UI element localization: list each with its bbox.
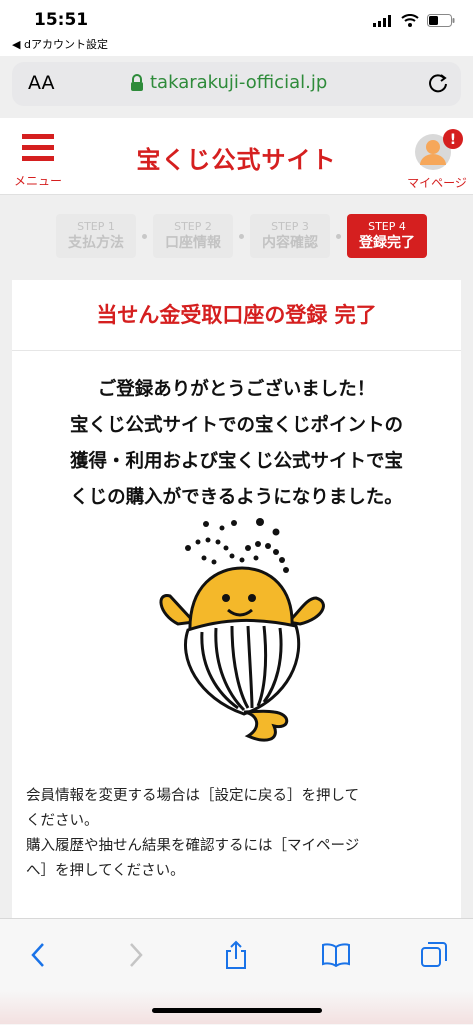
- signal-icon: [373, 14, 391, 27]
- page-title: 当せん金受取口座の登録 完了: [12, 280, 461, 351]
- tabs-icon: [421, 942, 447, 967]
- step-2-label: 口座情報: [165, 235, 221, 251]
- wifi-icon: [401, 14, 419, 27]
- reload-icon[interactable]: [427, 72, 449, 94]
- mypage-label: マイページ: [407, 176, 467, 190]
- address-bar[interactable]: AA takarakuji-official.jp: [12, 62, 461, 106]
- step-4-num: STEP 4: [368, 220, 406, 233]
- forward-button[interactable]: [116, 935, 156, 975]
- bookmarks-button[interactable]: [316, 935, 356, 975]
- bottom-glow: [0, 990, 473, 1024]
- thanks-message: ご登録ありがとうございました！ 宝くじ公式サイトでの宝くじポイントの 獲得・利用…: [26, 372, 447, 516]
- info-line: 会員情報を変更する場合は［設定に戻る］を押して: [26, 788, 360, 804]
- step-1-label: 支払方法: [68, 235, 124, 251]
- book-icon: [322, 943, 350, 967]
- share-button[interactable]: [216, 935, 256, 975]
- step-2-num: STEP 2: [174, 220, 212, 233]
- site-header: メニュー 宝くじ公式サイト ! マイページ: [0, 118, 473, 195]
- info-line: ください。: [26, 813, 99, 829]
- back-to-app-link[interactable]: ◀ dアカウント設定: [12, 36, 108, 52]
- step-1-num: STEP 1: [77, 220, 115, 233]
- step-3: STEP 3 内容確認: [250, 214, 330, 258]
- back-button[interactable]: [18, 935, 58, 975]
- thanks-line: 獲得・利用および宝くじ公式サイトで宝: [69, 451, 403, 472]
- site-logo[interactable]: 宝くじ公式サイト: [0, 140, 473, 175]
- notification-badge: !: [450, 132, 456, 148]
- completion-card: 当せん金受取口座の登録 完了 ご登録ありがとうございました！ 宝くじ公式サイトで…: [12, 280, 461, 920]
- thanks-line: くじの購入ができるようになりました。: [70, 487, 403, 508]
- chevron-left-icon: [31, 943, 44, 967]
- tabs-button[interactable]: [414, 935, 454, 975]
- info-text: 会員情報を変更する場合は［設定に戻る］を押して ください。 購入履歴や抽せん結果…: [26, 784, 447, 884]
- step-1: STEP 1 支払方法: [56, 214, 136, 258]
- step-separator: [142, 233, 147, 239]
- chevron-right-icon: [130, 943, 143, 967]
- step-3-label: 内容確認: [262, 235, 318, 251]
- status-bar: 15:51 ◀ dアカウント設定: [0, 0, 473, 56]
- battery-icon: [427, 14, 455, 27]
- step-4: STEP 4 登録完了: [347, 214, 427, 258]
- thanks-line: 宝くじ公式サイトでの宝くじポイントの: [69, 415, 403, 436]
- system-icons: [373, 14, 455, 27]
- info-line: へ］を押してください。: [26, 863, 185, 879]
- step-indicator: STEP 1 支払方法 STEP 2 口座情報 STEP 3 内容確認 STEP 4 登…: [56, 214, 427, 258]
- mypage-button[interactable]: ! マイページ: [407, 128, 467, 190]
- share-icon: [226, 940, 246, 969]
- step-separator: [239, 233, 244, 239]
- home-indicator[interactable]: [152, 1008, 322, 1013]
- reader-options-button[interactable]: AA: [28, 72, 55, 94]
- url-text[interactable]: takarakuji-official.jp: [150, 72, 327, 93]
- status-time: 15:51: [34, 10, 89, 30]
- step-3-num: STEP 3: [271, 220, 309, 233]
- step-2: STEP 2 口座情報: [153, 214, 233, 258]
- step-4-label: 登録完了: [359, 235, 415, 251]
- avatar-icon: !: [415, 129, 463, 170]
- thanks-line: ご登録ありがとうございました！: [97, 379, 376, 400]
- info-line: 購入履歴や抽せん結果を確認するには［マイページ: [26, 838, 360, 854]
- step-separator: [336, 233, 341, 239]
- lock-icon: [131, 74, 143, 91]
- whale-mascot-image: [159, 518, 325, 742]
